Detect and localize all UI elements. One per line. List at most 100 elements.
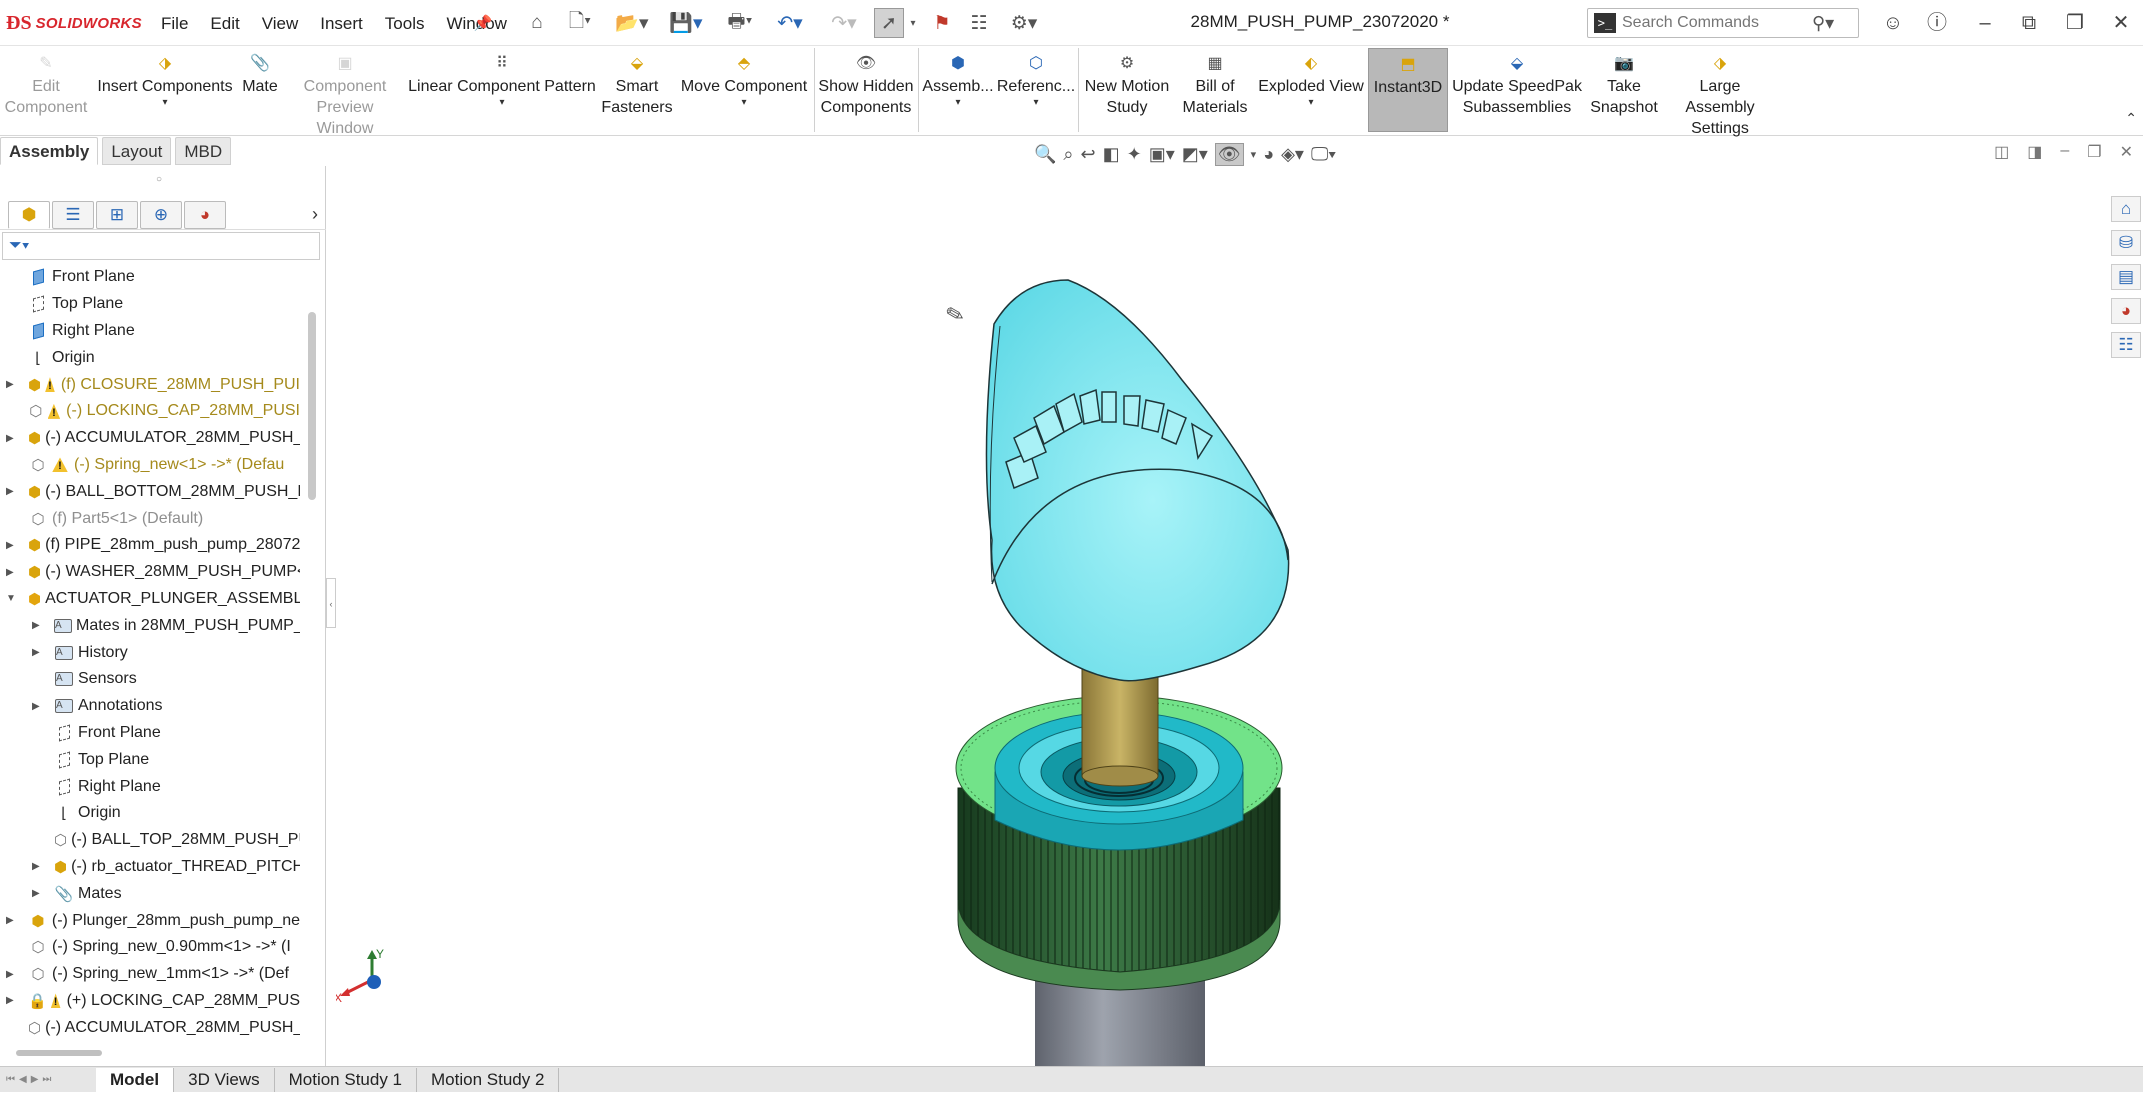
tree-item[interactable]: ▶ ⬢ (-) rb_actuator_THREAD_PITCH bbox=[0, 854, 300, 881]
filter-icon[interactable]: ⏷▾ bbox=[9, 237, 30, 255]
viewport-tile-left-icon[interactable]: ◫ bbox=[1994, 142, 2009, 162]
dropdown-arrow-icon[interactable]: ▾ bbox=[1033, 97, 1038, 109]
component-preview-button[interactable]: ▣ Component Preview Window bbox=[286, 52, 404, 139]
dynamic-annotation-icon[interactable]: ✦ bbox=[1127, 144, 1142, 165]
save-icon[interactable]: 💾▾ bbox=[664, 10, 708, 36]
tree-item[interactable]: Front Plane bbox=[0, 264, 300, 291]
viewport-tile-right-icon[interactable]: ◨ bbox=[2027, 142, 2042, 162]
solidworks-logo[interactable]: ƉS SOLIDWORKS bbox=[6, 8, 142, 38]
tree-item[interactable]: ▶ ⬢ (f) PIPE_28mm_push_pump_28072 bbox=[0, 532, 300, 559]
tree-item[interactable]: ▶ ⬢! (f) CLOSURE_28MM_PUSH_PUI bbox=[0, 371, 300, 398]
linear-component-pattern-button[interactable]: ⠿ Linear Component Pattern ▾ bbox=[408, 52, 596, 109]
panel-splitter[interactable]: ‹ bbox=[326, 578, 336, 628]
mate-button[interactable]: 📎 Mate bbox=[236, 52, 284, 97]
expand-icon[interactable]: ▶ bbox=[6, 567, 16, 578]
dimxpert-manager-tab-icon[interactable]: ⊕ bbox=[140, 200, 182, 229]
menu-file[interactable]: File bbox=[150, 12, 199, 36]
search-input[interactable] bbox=[1622, 14, 1812, 32]
open-icon[interactable]: 📂▾ bbox=[610, 10, 654, 36]
tree-item[interactable]: ▶ ⬢ (-) WASHER_28MM_PUSH_PUMP< bbox=[0, 559, 300, 586]
expand-icon[interactable]: ▶ bbox=[6, 915, 16, 926]
tree-item[interactable]: ▶ A Annotations bbox=[0, 693, 300, 720]
tree-item[interactable]: ⬡! (-) Spring_new<1> ->* (Defau bbox=[0, 452, 300, 479]
tree-item[interactable]: ⬡ (-) BALL_TOP_28MM_PUSH_PU bbox=[0, 827, 300, 854]
home-icon[interactable]: ⌂ bbox=[522, 10, 552, 36]
tree-item[interactable]: ⬡ (-) Spring_new_0.90mm<1> ->* (I bbox=[0, 934, 300, 961]
file-properties-icon[interactable]: ☷ bbox=[964, 10, 994, 36]
section-view-icon[interactable]: ◧ bbox=[1103, 144, 1120, 165]
tab-motion-study-2[interactable]: Motion Study 2 bbox=[417, 1067, 560, 1092]
tree-item[interactable]: ▶ ⬡ (-) Spring_new_1mm<1> ->* (Def bbox=[0, 961, 300, 988]
appearances-icon[interactable]: ◕ bbox=[2111, 298, 2141, 324]
dropdown-arrow-icon[interactable]: ▾ bbox=[1308, 97, 1313, 109]
collapse-ribbon-icon[interactable]: ⌃ bbox=[2125, 110, 2137, 127]
show-hidden-components-button[interactable]: 👁 Show Hidden Components bbox=[818, 52, 914, 118]
property-manager-tab-icon[interactable]: ☰ bbox=[52, 200, 94, 229]
tree-item[interactable]: ▼ ⬢ ACTUATOR_PLUNGER_ASSEMBLY bbox=[0, 586, 300, 613]
redo-icon[interactable]: ↷▾ bbox=[822, 10, 866, 36]
tree-item[interactable]: ▶ ⬢ (-) Plunger_28mm_push_pump_ne bbox=[0, 907, 300, 934]
new-document-icon[interactable]: 🗋▾ bbox=[560, 10, 600, 36]
tree-item[interactable]: ▶ A History bbox=[0, 639, 300, 666]
tree-item[interactable]: ▶ 📎 Mates bbox=[0, 880, 300, 907]
panel-grip-icon[interactable]: ○ bbox=[156, 174, 162, 185]
tree-item[interactable]: Top Plane bbox=[0, 746, 300, 773]
3d-model-viewport[interactable] bbox=[900, 260, 1320, 1066]
display-manager-tab-icon[interactable]: ◕ bbox=[184, 200, 226, 229]
tree-filter[interactable]: ⏷▾ bbox=[2, 232, 320, 260]
chevron-right-icon[interactable]: › bbox=[312, 204, 318, 225]
expand-icon[interactable]: ▶ bbox=[6, 540, 16, 551]
help-icon[interactable]: ⓘ bbox=[1920, 8, 1954, 38]
smart-fasteners-button[interactable]: ⬙ Smart Fasteners bbox=[598, 52, 676, 118]
new-motion-study-button[interactable]: ⚙ New Motion Study bbox=[1082, 52, 1172, 118]
display-style-icon[interactable]: ◩▾ bbox=[1182, 144, 1208, 165]
reference-geometry-button[interactable]: ⬡ Referenc... ▾ bbox=[997, 52, 1075, 109]
view-settings-icon[interactable]: 🖵▾ bbox=[1311, 144, 1336, 165]
pin-icon[interactable]: 📌 bbox=[472, 10, 494, 36]
tree-horizontal-scrollbar[interactable] bbox=[16, 1050, 102, 1056]
menu-insert[interactable]: Insert bbox=[309, 12, 374, 36]
tree-item[interactable]: ⌊ Origin bbox=[0, 800, 300, 827]
expand-icon[interactable]: ▶ bbox=[32, 888, 42, 899]
select-dropdown-icon[interactable]: ▾ bbox=[906, 10, 920, 36]
expand-icon[interactable]: ▶ bbox=[6, 486, 16, 497]
bill-of-materials-button[interactable]: ▦ Bill of Materials bbox=[1174, 52, 1256, 118]
large-assembly-settings-button[interactable]: ⬗ Large Assembly Settings bbox=[1664, 52, 1776, 139]
tree-item[interactable]: A Sensors bbox=[0, 666, 300, 693]
tree-scrollbar[interactable] bbox=[308, 312, 316, 500]
tab-motion-study-1[interactable]: Motion Study 1 bbox=[275, 1067, 418, 1092]
tab-model[interactable]: Model bbox=[96, 1067, 175, 1092]
dropdown-arrow-icon[interactable]: ▾ bbox=[741, 97, 746, 109]
tab-layout[interactable]: Layout bbox=[102, 137, 172, 165]
options-gear-icon[interactable]: ⚙▾ bbox=[1002, 10, 1046, 36]
pipe[interactable] bbox=[1035, 980, 1205, 1066]
previous-view-icon[interactable]: ↩ bbox=[1081, 144, 1096, 165]
tab-assembly[interactable]: Assembly bbox=[0, 137, 99, 165]
exploded-view-button[interactable]: ⬖ Exploded View ▾ bbox=[1258, 52, 1364, 109]
tree-item[interactable]: ⬡ (f) Part5<1> (Default) bbox=[0, 505, 300, 532]
view-orientation-icon[interactable]: ▣▾ bbox=[1149, 144, 1175, 165]
assembly-features-button[interactable]: ⬢ Assemb... ▾ bbox=[922, 52, 994, 109]
zoom-to-area-icon[interactable]: ⌕ bbox=[1063, 144, 1073, 165]
undo-icon[interactable]: ↶▾ bbox=[768, 10, 812, 36]
user-account-icon[interactable]: ☺ bbox=[1876, 8, 1910, 38]
edit-appearance-icon[interactable]: ◕ bbox=[1263, 144, 1274, 165]
rebuild-traffic-light-icon[interactable]: ⚑ bbox=[930, 10, 954, 36]
viewport-restore-icon[interactable]: ❐ bbox=[2087, 142, 2101, 162]
restore-icon[interactable]: ❐ bbox=[2058, 8, 2092, 38]
print-icon[interactable]: 🖶▾ bbox=[718, 10, 762, 36]
last-tab-icon[interactable]: ⏭ bbox=[42, 1074, 51, 1085]
configuration-manager-tab-icon[interactable]: ⊞ bbox=[96, 200, 138, 229]
tab-3d-views[interactable]: 3D Views bbox=[174, 1067, 275, 1092]
file-explorer-icon[interactable]: ▤ bbox=[2111, 264, 2141, 290]
zoom-to-fit-icon[interactable]: 🔍 bbox=[1034, 144, 1056, 165]
select-arrow-icon[interactable]: ➚ bbox=[874, 8, 904, 38]
first-tab-icon[interactable]: ⏮ bbox=[6, 1074, 15, 1085]
tree-item[interactable]: Right Plane bbox=[0, 318, 300, 345]
close-icon[interactable]: ✕ bbox=[2104, 8, 2138, 38]
prev-tab-icon[interactable]: ◀ bbox=[19, 1074, 27, 1085]
dropdown-arrow-icon[interactable]: ▾ bbox=[499, 97, 504, 109]
move-component-button[interactable]: ⬘ Move Component ▾ bbox=[678, 52, 810, 109]
update-speedpak-button[interactable]: ⬙ Update SpeedPak Subassemblies bbox=[1452, 52, 1582, 118]
tile-windows-icon[interactable]: ⧉ bbox=[2012, 8, 2046, 38]
